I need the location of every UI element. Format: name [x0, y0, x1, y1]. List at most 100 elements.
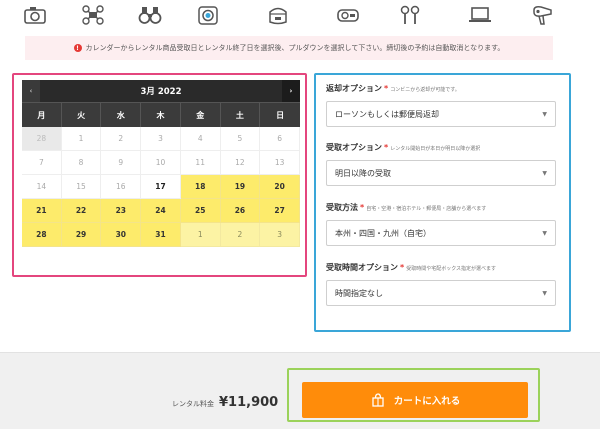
- hair-dryer-icon[interactable]: [530, 3, 556, 27]
- method-option-label: 受取方法: [326, 203, 358, 212]
- calendar-day: 8: [61, 151, 102, 175]
- calendar-day[interactable]: 24: [141, 199, 181, 223]
- pickup-option-label: 受取オプション: [326, 143, 382, 152]
- calendar-day[interactable]: 31: [141, 223, 181, 247]
- calendar-day: 11: [180, 151, 221, 175]
- calendar-day[interactable]: 25: [180, 199, 221, 223]
- calendar-day[interactable]: 20: [260, 175, 300, 199]
- calendar-day: 28: [22, 127, 62, 151]
- calendar-day[interactable]: 23: [101, 199, 142, 223]
- add-to-cart-button[interactable]: カートに入れる: [302, 382, 528, 418]
- weekday-label: 火: [62, 103, 102, 127]
- rice-cooker-icon[interactable]: [265, 3, 291, 27]
- calendar-day[interactable]: 1: [180, 223, 221, 247]
- price-value: ¥11,900: [219, 395, 279, 410]
- return-option-label-row: 返却オプション * コンビニから返却が可能です。: [326, 83, 556, 95]
- calendar-day[interactable]: 3: [260, 223, 300, 247]
- calendar-day: 3: [141, 127, 181, 151]
- drone-icon[interactable]: [80, 3, 106, 27]
- time-option-group: 受取時間オプション * 受取時間や宅配ボックス指定が選べます 時間指定なし ▼: [326, 262, 556, 306]
- calendar-day[interactable]: 19: [220, 175, 261, 199]
- weekday-label: 月: [22, 103, 62, 127]
- required-mark: *: [384, 143, 389, 152]
- time-option-label-row: 受取時間オプション * 受取時間や宅配ボックス指定が選べます: [326, 262, 556, 274]
- return-option-hint: コンビニから返却が可能です。: [390, 87, 460, 93]
- calendar-day[interactable]: 17: [141, 175, 181, 199]
- chevron-down-icon: ▼: [542, 110, 547, 118]
- weekday-label: 金: [181, 103, 221, 127]
- required-mark: *: [384, 84, 389, 93]
- return-option-group: 返却オプション * コンビニから返却が可能です。 ローソンもしくは郵便局返却 ▼: [326, 83, 556, 127]
- calendar-day[interactable]: 22: [61, 199, 102, 223]
- required-mark: *: [360, 203, 365, 212]
- required-mark: *: [400, 263, 405, 272]
- calendar-day: 1: [61, 127, 102, 151]
- calendar-header: ‹ 3月 2022 ›: [22, 80, 300, 102]
- weekday-header: 月火水木金土 日: [22, 102, 300, 127]
- category-icon-strip: [0, 0, 600, 34]
- calendar-day: 16: [101, 175, 142, 199]
- camera-icon[interactable]: [22, 3, 48, 27]
- pickup-option-select[interactable]: 明日以降の受取 ▼: [326, 160, 556, 186]
- return-option-select[interactable]: ローソンもしくは郵便局返却 ▼: [326, 101, 556, 127]
- method-option-group: 受取方法 * 自宅・空港・宿泊ホテル・郵便局・店舗から選べます 本州・四国・九州（自…: [326, 202, 556, 246]
- alert-icon: !: [73, 44, 82, 52]
- calendar-day: 14: [22, 175, 62, 199]
- calendar-day[interactable]: 26: [220, 199, 261, 223]
- calendar-day[interactable]: 30: [101, 223, 142, 247]
- earbuds-icon[interactable]: [397, 3, 423, 27]
- method-option-value: 本州・四国・九州（自宅）: [335, 228, 431, 238]
- calendar: ‹ 3月 2022 › 月火水木金土日 28 1 2 3 4 5 6 7 8 9 10 11 12 13 1…: [22, 80, 300, 247]
- calendar-day: 6: [260, 127, 300, 151]
- weekday-label: 水: [101, 103, 142, 127]
- calendar-day: 9: [101, 151, 142, 175]
- calendar-day: 2: [101, 127, 142, 151]
- projector-icon[interactable]: [335, 3, 361, 27]
- chevron-down-icon: ▼: [542, 169, 547, 177]
- notice-banner: ! カレンダーからレンタル商品受取日とレンタル終了日を選択後、プルダウンを選択し…: [25, 36, 553, 60]
- next-month-button[interactable]: ›: [282, 80, 300, 102]
- pickup-option-value: 明日以降の受取: [335, 168, 391, 178]
- chevron-down-icon: ▼: [542, 289, 547, 297]
- action-camera-icon[interactable]: [195, 3, 221, 27]
- prev-month-button[interactable]: ‹: [22, 80, 40, 102]
- calendar-day: 4: [180, 127, 221, 151]
- method-option-label-row: 受取方法 * 自宅・空港・宿泊ホテル・郵便局・店舗から選べます: [326, 202, 556, 214]
- calendar-day: 5: [220, 127, 261, 151]
- calendar-day: 13: [260, 151, 300, 175]
- calendar-grid: 28 1 2 3 4 5 6 7 8 9 10 11 12 13 14 15 16 17 18 19 20 21 22 23 2…: [22, 127, 300, 247]
- laptop-icon[interactable]: [467, 3, 493, 27]
- method-option-hint: 自宅・空港・宿泊ホテル・郵便局・店舗から選べます: [366, 206, 487, 212]
- calendar-day[interactable]: 2: [220, 223, 261, 247]
- calendar-month-title: 3月 2022: [140, 87, 182, 97]
- pickup-option-hint: レンタル開始日が本日か明日以降か選択: [390, 146, 481, 152]
- return-option-value: ローソンもしくは郵便局返却: [335, 109, 439, 119]
- pickup-option-group: 受取オプション * レンタル開始日が本日か明日以降か選択 明日以降の受取 ▼: [326, 142, 556, 186]
- weekday-label: 木: [141, 103, 181, 127]
- calendar-day: 12: [220, 151, 261, 175]
- rental-page: ! カレンダーからレンタル商品受取日とレンタル終了日を選択後、プルダウンを選択し…: [0, 0, 600, 429]
- notice-text: カレンダーからレンタル商品受取日とレンタル終了日を選択後、プルダウンを選択して下…: [85, 44, 505, 52]
- gift-bag-icon: [372, 393, 384, 407]
- calendar-day[interactable]: 27: [260, 199, 300, 223]
- calendar-day: 15: [61, 175, 102, 199]
- return-option-label: 返却オプション: [326, 84, 382, 93]
- pickup-option-label-row: 受取オプション * レンタル開始日が本日か明日以降か選択: [326, 142, 556, 154]
- chevron-down-icon: ▼: [542, 229, 547, 237]
- method-option-select[interactable]: 本州・四国・九州（自宅） ▼: [326, 220, 556, 246]
- price-label: レンタル料金: [172, 400, 214, 408]
- calendar-day: 10: [141, 151, 181, 175]
- time-option-hint: 受取時間や宅配ボックス指定が選べます: [406, 266, 497, 272]
- time-option-label: 受取時間オプション: [326, 263, 398, 272]
- binoculars-icon[interactable]: [137, 3, 163, 27]
- price-display: レンタル料金 ¥11,900: [172, 395, 278, 410]
- calendar-day[interactable]: 18: [180, 175, 221, 199]
- calendar-day[interactable]: 28: [22, 223, 62, 247]
- weekday-label: 土: [221, 103, 261, 127]
- calendar-day[interactable]: 21: [22, 199, 62, 223]
- time-option-select[interactable]: 時間指定なし ▼: [326, 280, 556, 306]
- time-option-value: 時間指定なし: [335, 288, 383, 298]
- weekday-label: 日: [276, 110, 285, 120]
- calendar-day: 7: [22, 151, 62, 175]
- calendar-day[interactable]: 29: [61, 223, 102, 247]
